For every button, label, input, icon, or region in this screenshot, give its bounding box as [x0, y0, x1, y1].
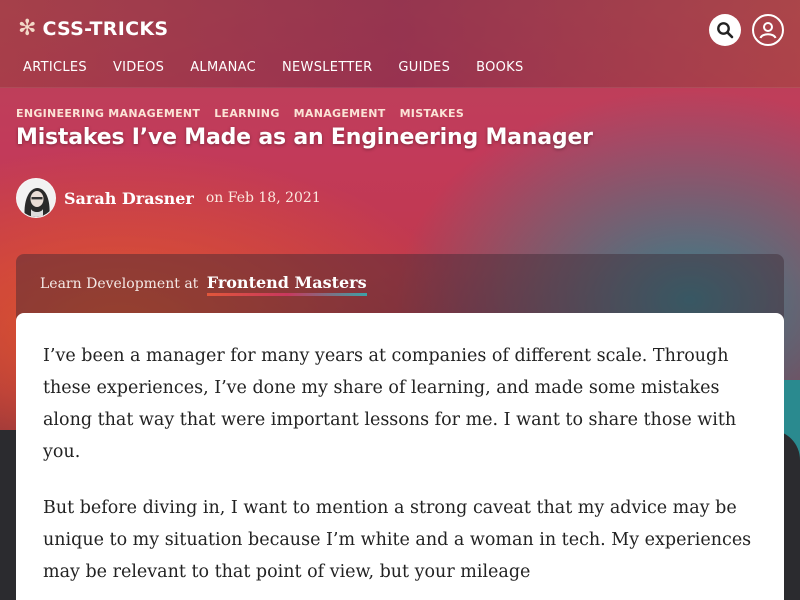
- article-title: Mistakes I’ve Made as an Engineering Man…: [16, 125, 593, 150]
- site-logo[interactable]: ✻ CSS-TRICKS: [18, 16, 168, 42]
- asterisk-icon: ✻: [18, 16, 37, 41]
- nav-item-guides[interactable]: GUIDES: [398, 60, 450, 75]
- tag-link[interactable]: MANAGEMENT: [294, 107, 386, 120]
- search-icon: [717, 22, 734, 39]
- nav-item-newsletter[interactable]: NEWSLETTER: [282, 60, 372, 75]
- logo-text: CSS-TRICKS: [42, 18, 169, 40]
- tag-link[interactable]: LEARNING: [214, 107, 279, 120]
- author-name[interactable]: Sarah Drasner: [64, 189, 194, 208]
- date-prefix: on: [205, 190, 224, 206]
- promo-text-wrap: Learn Development at Frontend Masters: [40, 273, 367, 296]
- nav-item-videos[interactable]: VIDEOS: [113, 60, 164, 75]
- search-button[interactable]: [709, 14, 741, 46]
- tag-link[interactable]: ENGINEERING MANAGEMENT: [16, 107, 200, 120]
- article-body: I’ve been a manager for many years at co…: [16, 313, 784, 600]
- nav-item-almanac[interactable]: ALMANAC: [190, 60, 256, 75]
- promo-link[interactable]: Frontend Masters: [206, 273, 367, 296]
- account-button[interactable]: [752, 14, 784, 46]
- article-tags: ENGINEERING MANAGEMENT LEARNING MANAGEME…: [16, 107, 478, 120]
- promo-text: Learn Development at: [40, 276, 199, 292]
- main-nav: ARTICLES VIDEOS ALMANAC NEWSLETTER GUIDE…: [23, 60, 550, 75]
- date-value: Feb 18, 2021: [227, 190, 321, 206]
- article-paragraph: I’ve been a manager for many years at co…: [43, 346, 737, 462]
- article-paragraph: But before diving in, I want to mention …: [43, 498, 752, 582]
- byline: Sarah Drasner on Feb 18, 2021: [16, 178, 321, 218]
- author-avatar[interactable]: [16, 178, 56, 218]
- publish-date: on Feb 18, 2021: [206, 190, 321, 206]
- tag-link[interactable]: MISTAKES: [400, 107, 464, 120]
- nav-item-books[interactable]: BOOKS: [476, 60, 523, 75]
- avatar-portrait: [17, 179, 55, 217]
- user-icon: [759, 22, 777, 39]
- nav-item-articles[interactable]: ARTICLES: [23, 60, 87, 75]
- site-header: ✻ CSS-TRICKS ARTICLES VIDEOS ALMANAC NEW…: [0, 0, 800, 88]
